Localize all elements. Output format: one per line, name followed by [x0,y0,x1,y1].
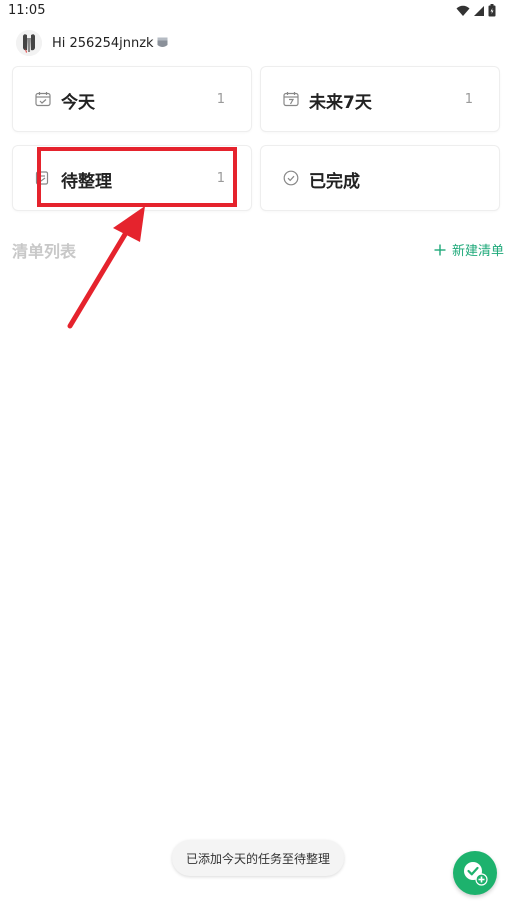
status-time: 11:05 [8,3,46,18]
highlight-box [37,147,237,207]
plus-icon [434,244,446,255]
status-icons [456,4,496,17]
screen: 11:05 Hi 256254jnnzk 今天 1 未来7天 1 待整理 1 已… [0,0,516,917]
user-header[interactable]: Hi 256254jnnzk [16,30,168,56]
check-circle-icon [283,170,299,186]
toast-text: 已添加今天的任务至待整理 [185,851,330,866]
card-future-count: 1 [464,92,473,107]
annotation-arrow-icon [67,206,145,329]
calendar-check-icon [35,92,51,107]
toast-message: 已添加今天的任务至待整理 [172,840,344,876]
add-task-icon [464,862,488,886]
new-list-label: 新建清单 [451,244,504,259]
status-bar: 11:05 [0,0,516,22]
card-today-label: 今天 [61,93,95,113]
card-badge-icon [157,34,168,53]
add-task-button[interactable] [453,851,497,895]
card-future-7-days[interactable]: 未来7天 1 [260,66,500,132]
list-section-title: 清单列表 [12,242,77,261]
card-future-label: 未来7天 [309,93,372,113]
greeting-text: Hi 256254jnnzk [52,35,154,51]
avatar-image [16,30,42,56]
avatar[interactable] [16,30,42,56]
card-today[interactable]: 今天 1 [12,66,252,132]
signal-icon [474,5,484,16]
calendar-7-icon [283,92,299,107]
card-completed[interactable]: 已完成 [260,145,500,211]
card-completed-label: 已完成 [309,172,360,192]
battery-icon [488,4,496,17]
new-list-button[interactable]: 新建清单 [434,240,504,259]
card-today-count: 1 [216,92,225,107]
wifi-icon [456,5,470,16]
